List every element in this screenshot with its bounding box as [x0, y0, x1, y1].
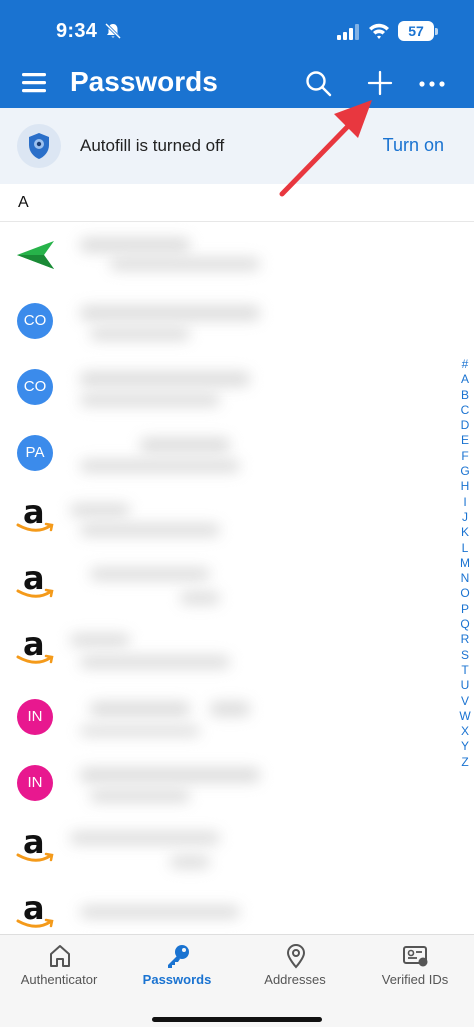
tab-label: Passwords	[142, 972, 212, 987]
tab-label: Addresses	[264, 972, 326, 987]
avatar: CO	[17, 369, 53, 405]
amazon-logo-icon: a	[16, 626, 56, 672]
alphabet-index[interactable]: # A B C D E F G H I J K L M N O P Q R S T U V W X Y Z	[456, 357, 474, 770]
alphabet-index-item[interactable]: E	[456, 433, 474, 448]
alphabet-index-item[interactable]: I	[456, 495, 474, 510]
alphabet-index-item[interactable]: R	[456, 632, 474, 647]
list-item[interactable]: CO	[0, 288, 440, 354]
status-time: 9:34	[56, 20, 98, 42]
location-pin-icon	[286, 944, 306, 969]
section-header: A	[0, 184, 474, 222]
tab-verified-ids[interactable]: Verified IDs	[356, 935, 474, 1005]
redacted-entry	[70, 820, 270, 880]
redacted-entry	[70, 226, 270, 286]
redacted-entry	[70, 622, 270, 682]
hamburger-menu-icon[interactable]	[22, 71, 48, 95]
autofill-shield-avatar	[17, 124, 61, 168]
redacted-entry	[70, 688, 270, 748]
page-title: Passwords	[70, 66, 218, 97]
home-indicator	[152, 1017, 322, 1022]
cellular-signal-icon	[337, 24, 359, 40]
list-item[interactable]: a	[0, 486, 440, 552]
avatar: IN	[17, 699, 53, 735]
bottom-navigation: Authenticator Passwords Addresses Verifi…	[0, 934, 474, 1027]
alphabet-index-item[interactable]: V	[456, 694, 474, 709]
alphabet-index-item[interactable]: P	[456, 602, 474, 617]
amazon-logo-icon: a	[16, 890, 56, 936]
alphabet-index-item[interactable]: F	[456, 449, 474, 464]
alphabet-index-item[interactable]: Q	[456, 617, 474, 632]
app-bar: Passwords	[0, 62, 474, 108]
annotation-arrow-icon	[279, 100, 372, 197]
tab-authenticator[interactable]: Authenticator	[0, 935, 118, 1005]
list-item[interactable]: IN	[0, 684, 440, 750]
alphabet-index-item[interactable]: N	[456, 571, 474, 586]
alphabet-index-item[interactable]: C	[456, 403, 474, 418]
alphabet-index-item[interactable]: T	[456, 663, 474, 678]
alphabet-index-item[interactable]: H	[456, 479, 474, 494]
alphabet-index-item[interactable]: O	[456, 586, 474, 601]
alphabet-index-item[interactable]: J	[456, 510, 474, 525]
alphabet-index-item[interactable]: Y	[456, 739, 474, 754]
redacted-entry	[70, 292, 270, 352]
list-item[interactable]: a	[0, 552, 440, 618]
shield-icon	[29, 133, 49, 159]
home-icon	[50, 945, 70, 967]
alphabet-index-item[interactable]: X	[456, 724, 474, 739]
redacted-entry	[70, 358, 270, 418]
tab-passwords[interactable]: Passwords	[118, 935, 236, 1005]
avatar: IN	[17, 765, 53, 801]
tab-label: Authenticator	[20, 972, 98, 987]
section-letter: A	[18, 194, 29, 211]
alphabet-index-item[interactable]: A	[456, 372, 474, 387]
bell-muted-icon	[104, 22, 122, 40]
redacted-entry	[70, 424, 270, 484]
autofill-banner: Autofill is turned off Turn on	[0, 108, 474, 184]
list-item[interactable]: CO	[0, 354, 440, 420]
alphabet-index-item[interactable]: D	[456, 418, 474, 433]
list-item[interactable]: IN	[0, 750, 440, 816]
alphabet-index-item[interactable]: L	[456, 541, 474, 556]
list-item[interactable]: a	[0, 618, 440, 684]
status-bar: 9:34 57	[0, 0, 474, 62]
amazon-logo-icon: a	[16, 494, 56, 540]
amazon-logo-icon: a	[16, 560, 56, 606]
redacted-entry	[70, 754, 270, 814]
key-icon	[168, 945, 189, 968]
redacted-entry	[70, 556, 270, 616]
send-arrow-icon	[17, 241, 54, 269]
list-item[interactable]: a	[0, 816, 440, 882]
battery-indicator: 57	[398, 21, 438, 41]
alphabet-index-item[interactable]: M	[456, 556, 474, 571]
avatar: PA	[17, 435, 53, 471]
alphabet-index-item[interactable]: U	[456, 678, 474, 693]
alphabet-index-item[interactable]: #	[456, 357, 474, 372]
alphabet-index-item[interactable]: G	[456, 464, 474, 479]
list-item[interactable]: PA	[0, 420, 440, 486]
top-bar: 9:34 57 Passwords	[0, 0, 474, 108]
more-options-icon[interactable]	[418, 74, 446, 94]
tab-label: Verified IDs	[381, 972, 449, 987]
redacted-entry	[70, 490, 270, 550]
avatar: CO	[17, 303, 53, 339]
alphabet-index-item[interactable]: K	[456, 525, 474, 540]
alphabet-index-item[interactable]: Z	[456, 755, 474, 770]
list-item[interactable]	[0, 222, 440, 288]
autofill-message: Autofill is turned off	[80, 136, 225, 155]
alphabet-index-item[interactable]: B	[456, 388, 474, 403]
amazon-logo-icon: a	[16, 824, 56, 870]
wifi-icon	[369, 23, 389, 39]
id-card-icon	[403, 946, 428, 967]
alphabet-index-item[interactable]: W	[456, 709, 474, 724]
tab-addresses[interactable]: Addresses	[236, 935, 354, 1005]
turn-on-autofill-button[interactable]: Turn on	[383, 135, 444, 156]
alphabet-index-item[interactable]: S	[456, 648, 474, 663]
